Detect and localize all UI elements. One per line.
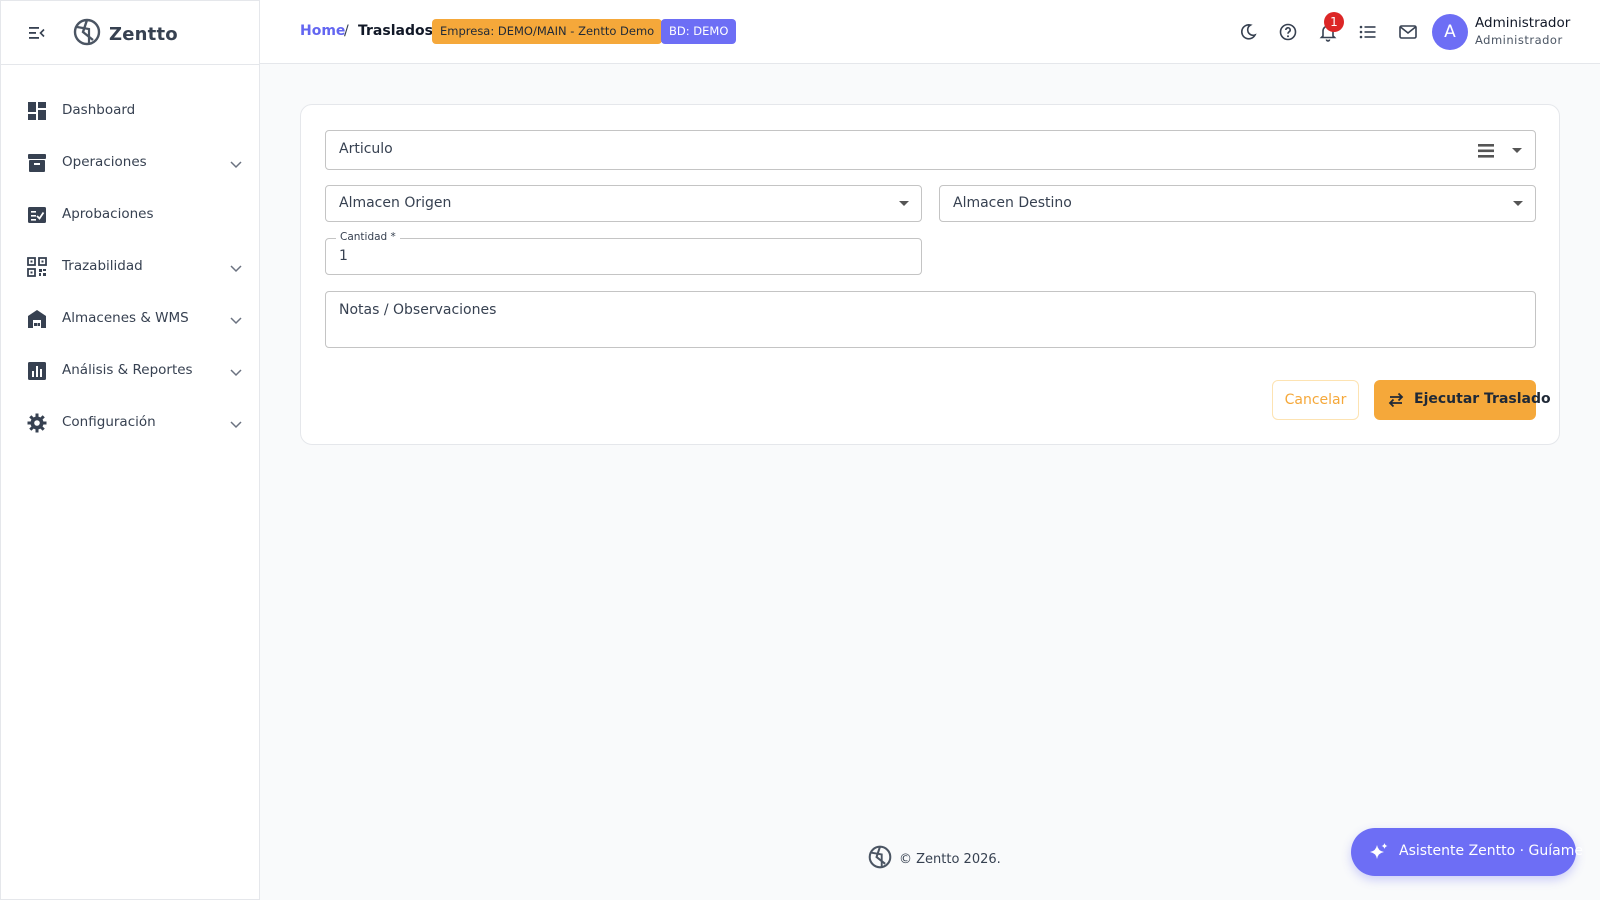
cantidad-value: 1	[339, 248, 348, 264]
sidebar: Zentto Dashboard Operaciones Aprobacione…	[0, 0, 260, 900]
zentto-logo-icon	[73, 18, 101, 50]
sidebar-item-trazabilidad[interactable]: Trazabilidad	[1, 241, 259, 293]
breadcrumb-home[interactable]: Home	[300, 23, 345, 39]
sidebar-nav: Dashboard Operaciones Aprobaciones Traza…	[1, 85, 259, 449]
transfer-form-card: Articulo Almacen Origen Almacen Destino …	[300, 104, 1560, 445]
chevron-down-icon	[229, 156, 243, 170]
sidebar-item-label: Análisis & Reportes	[62, 362, 193, 378]
sidebar-item-aprobaciones[interactable]: Aprobaciones	[1, 189, 259, 241]
articulo-select[interactable]: Articulo	[325, 130, 1536, 170]
dropdown-arrow-icon[interactable]	[1512, 148, 1522, 153]
breadcrumb-current: Traslados	[358, 23, 433, 39]
sidebar-item-dashboard[interactable]: Dashboard	[1, 85, 259, 137]
breadcrumb-separator: /	[344, 23, 349, 39]
dropdown-arrow-icon[interactable]	[899, 201, 909, 206]
execute-transfer-button[interactable]: Ejecutar Traslado	[1374, 380, 1551, 420]
sidebar-item-label: Operaciones	[62, 154, 147, 170]
execute-transfer-label: Ejecutar Traslado	[1414, 391, 1551, 407]
bar-chart-icon	[27, 361, 47, 381]
sidebar-item-label: Almacenes & WMS	[62, 310, 189, 326]
empresa-chip[interactable]: Empresa: DEMO/MAIN - Zentto Demo	[432, 19, 663, 44]
warehouse-icon	[27, 309, 47, 329]
almacen-destino-select[interactable]: Almacen Destino	[939, 185, 1536, 222]
almacen-destino-placeholder: Almacen Destino	[953, 195, 1072, 211]
copyright-text: © Zentto 2026.	[899, 851, 1001, 867]
notas-textarea[interactable]: Notas / Observaciones	[325, 291, 1536, 348]
sidebar-header: Zentto	[1, 1, 259, 65]
transfer-arrows-icon	[1387, 392, 1405, 408]
user-name: Administrador	[1475, 15, 1571, 31]
notification-count-badge: 1	[1324, 12, 1344, 32]
dashboard-icon	[27, 101, 47, 121]
qr-code-icon	[27, 257, 47, 277]
dropdown-arrow-icon[interactable]	[1513, 201, 1523, 206]
cantidad-field[interactable]: Cantidad * 1	[325, 231, 922, 275]
gear-icon	[27, 413, 47, 433]
chevron-down-icon	[229, 312, 243, 326]
mail-icon[interactable]	[1398, 22, 1418, 42]
database-chip[interactable]: BD: DEMO	[661, 19, 737, 44]
sidebar-item-almacenes[interactable]: Almacenes & WMS	[1, 293, 259, 345]
notas-placeholder: Notas / Observaciones	[339, 302, 497, 318]
sidebar-item-operaciones[interactable]: Operaciones	[1, 137, 259, 189]
footer: © Zentto 2026.	[868, 845, 1001, 873]
cancel-button[interactable]: Cancelar	[1272, 380, 1359, 420]
sidebar-item-analisis[interactable]: Análisis & Reportes	[1, 345, 259, 397]
sidebar-item-label: Trazabilidad	[62, 258, 143, 274]
sidebar-item-label: Aprobaciones	[62, 206, 154, 222]
zentto-logo-icon	[868, 845, 892, 873]
menu-collapse-icon[interactable]	[27, 23, 47, 43]
list-menu-icon[interactable]	[1478, 143, 1494, 162]
almacen-origen-placeholder: Almacen Origen	[339, 195, 452, 211]
sidebar-item-label: Configuración	[62, 414, 156, 430]
top-bar: Home / Traslados Empresa: DEMO/MAIN - Ze…	[260, 0, 1600, 64]
approval-icon	[27, 205, 47, 225]
user-role: Administrador	[1475, 33, 1563, 47]
chevron-down-icon	[229, 416, 243, 430]
sparkle-icon	[1369, 842, 1389, 862]
articulo-placeholder: Articulo	[339, 141, 393, 157]
assistant-label: Asistente Zentto · Guíame	[1399, 843, 1583, 859]
avatar[interactable]: A	[1432, 14, 1468, 50]
brand-name: Zentto	[109, 23, 178, 45]
brand-logo[interactable]: Zentto	[73, 18, 178, 50]
help-icon[interactable]	[1278, 22, 1298, 42]
almacen-origen-select[interactable]: Almacen Origen	[325, 185, 922, 222]
chevron-down-icon	[229, 364, 243, 378]
cantidad-label: Cantidad *	[336, 231, 400, 243]
archive-icon	[27, 153, 47, 173]
sidebar-item-configuracion[interactable]: Configuración	[1, 397, 259, 449]
task-list-icon[interactable]	[1358, 22, 1378, 42]
assistant-button[interactable]: Asistente Zentto · Guíame	[1351, 828, 1583, 876]
dark-mode-icon[interactable]	[1238, 22, 1258, 42]
chevron-down-icon	[229, 260, 243, 274]
sidebar-item-label: Dashboard	[62, 102, 136, 118]
